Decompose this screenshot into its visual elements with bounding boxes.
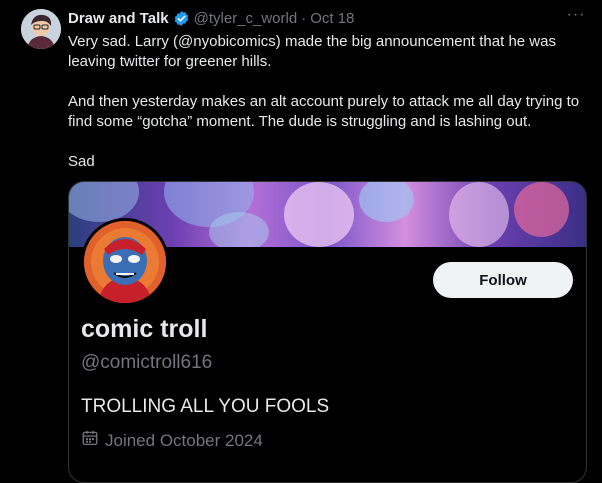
tweet-date[interactable]: Oct 18 — [310, 10, 354, 27]
profile-handle[interactable]: @comictroll616 — [81, 352, 212, 374]
tweet-header: Draw and Talk @tyler_c_world · Oct 18 — [68, 8, 354, 28]
follow-button[interactable]: Follow — [433, 262, 573, 298]
joined-date: Joined October 2024 — [81, 429, 263, 452]
profile-name[interactable]: comic troll — [81, 315, 207, 344]
tweet-paragraph: And then yesterday makes an alt account … — [68, 93, 580, 130]
tweet-paragraph: Very sad. Larry (@nyobicomics) made the … — [68, 33, 556, 70]
author-display-name[interactable]: Draw and Talk — [68, 10, 169, 27]
tweet-paragraph: Sad — [68, 153, 95, 170]
profile-card[interactable]: Follow comic troll @comictroll616 TROLLI… — [68, 181, 587, 483]
profile-avatar[interactable] — [81, 218, 169, 306]
verified-badge-icon — [173, 10, 190, 27]
joined-date-text: Joined October 2024 — [105, 430, 263, 450]
author-handle[interactable]: @tyler_c_world — [194, 10, 298, 27]
tweet-text: Very sad. Larry (@nyobicomics) made the … — [68, 32, 588, 172]
calendar-icon — [81, 429, 105, 452]
profile-bio: TROLLING ALL YOU FOOLS — [81, 396, 330, 417]
header-separator: · — [301, 9, 307, 27]
more-icon[interactable]: ··· — [564, 6, 588, 26]
author-avatar[interactable] — [21, 9, 61, 49]
